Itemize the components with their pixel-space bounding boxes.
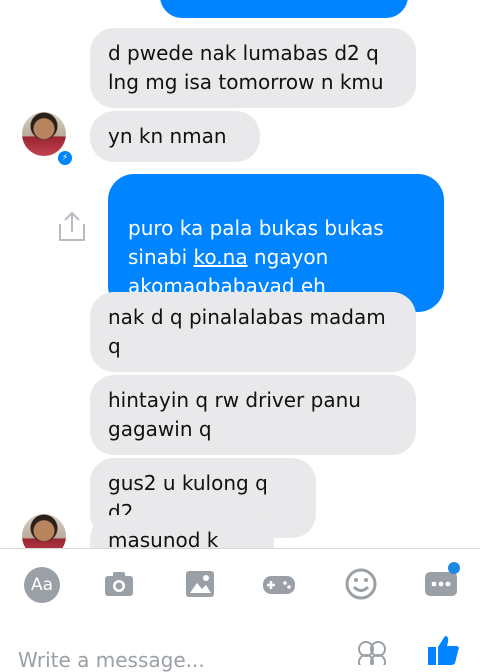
share-icon[interactable] — [56, 210, 88, 244]
game-controller-icon[interactable] — [262, 567, 296, 601]
incoming-message-bubble[interactable]: yn kn nman — [90, 111, 260, 162]
message-composer — [0, 618, 480, 672]
emoji-icon[interactable] — [344, 567, 378, 601]
incoming-message-bubble[interactable]: masunod k lng — [90, 515, 274, 548]
notification-badge — [448, 562, 460, 574]
image-icon[interactable] — [183, 567, 217, 601]
messenger-badge-icon: ⚡ — [56, 149, 74, 167]
message-link[interactable]: ko.na — [194, 245, 248, 269]
sticker-icon[interactable] — [356, 640, 388, 665]
message-input[interactable] — [18, 648, 338, 672]
composer-toolbar: Aa — [0, 548, 480, 619]
incoming-message-bubble[interactable]: d pwede nak lumabas d2 q lng mg isa tomo… — [90, 28, 416, 108]
like-thumb-icon[interactable] — [426, 634, 460, 665]
incoming-message-bubble[interactable]: nak d q pinalalabas madam q — [90, 292, 416, 372]
camera-icon[interactable] — [102, 567, 136, 601]
previous-outgoing-bubble[interactable] — [160, 0, 408, 18]
contact-avatar[interactable] — [22, 514, 66, 548]
conversation: d pwede nak lumabas d2 q lng mg isa tomo… — [0, 0, 480, 548]
text-format-icon[interactable]: Aa — [24, 567, 60, 603]
incoming-message-bubble[interactable]: hintayin q rw driver panu gagawin q — [90, 375, 416, 455]
